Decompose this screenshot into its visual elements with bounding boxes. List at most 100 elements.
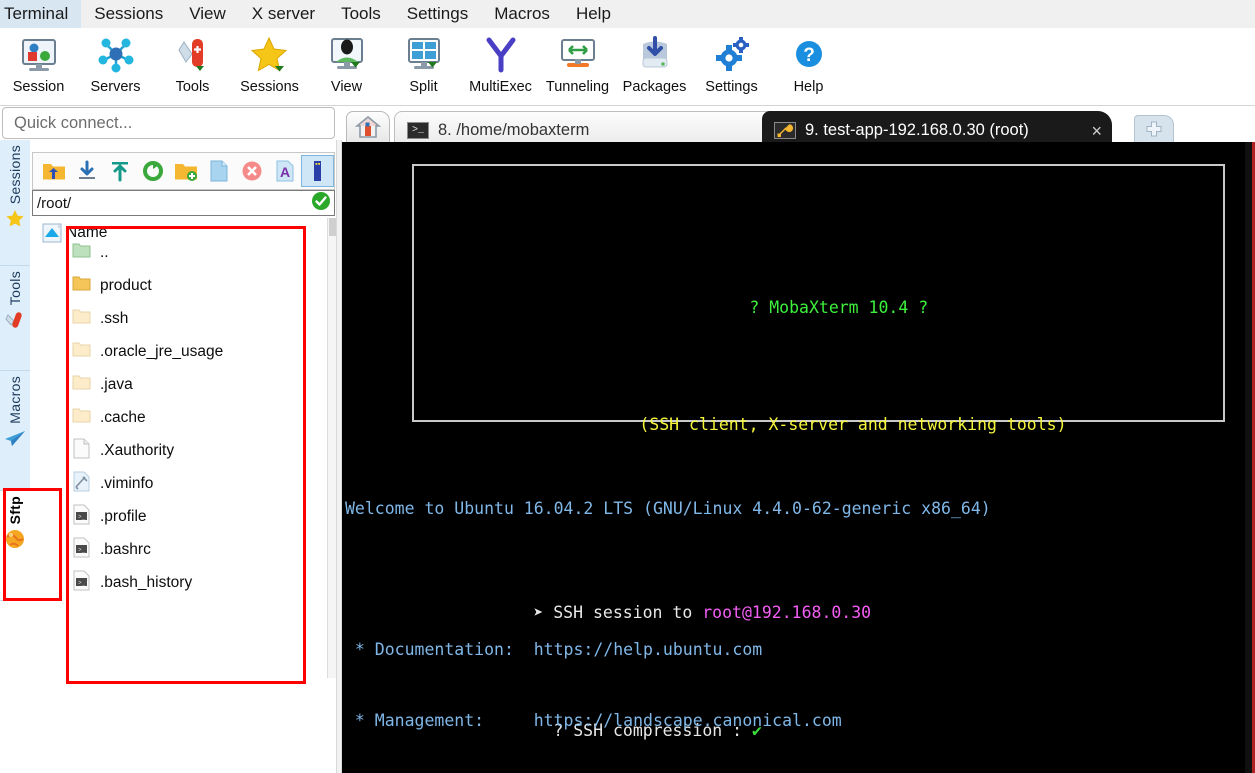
- sidebar-tab-label-sessions: Sessions: [7, 145, 23, 205]
- sidebar-tab-sftp[interactable]: Sftp: [0, 491, 30, 601]
- sidebar-tab-label-tools: Tools: [7, 271, 23, 306]
- toolbar-button-tunneling[interactable]: Tunneling: [539, 28, 616, 102]
- parent-folder-icon[interactable]: [37, 155, 70, 187]
- tool-file-icon: [72, 471, 91, 497]
- toolbar-label-help: Help: [793, 79, 824, 95]
- terminal-icon: >_: [407, 122, 429, 139]
- toolbar-button-servers[interactable]: Servers: [77, 28, 154, 102]
- new-tab-button[interactable]: [1134, 115, 1174, 145]
- list-item[interactable]: .cache: [66, 401, 306, 434]
- sftp-path-bar[interactable]: /root/: [32, 190, 335, 216]
- list-item[interactable]: ..: [66, 236, 306, 269]
- toolbar-button-view[interactable]: View: [308, 28, 385, 102]
- terminal-scrollbar[interactable]: [1245, 142, 1252, 773]
- new-folder-icon[interactable]: [169, 155, 202, 187]
- tab-close-icon[interactable]: ×: [1091, 122, 1102, 140]
- svg-text:A: A: [279, 164, 289, 180]
- globe-icon: [4, 528, 26, 555]
- list-item[interactable]: .oracle_jre_usage: [66, 335, 306, 368]
- list-item[interactable]: .java: [66, 368, 306, 401]
- script-file-icon: >_: [72, 504, 91, 530]
- toolbar-button-sessions[interactable]: Sessions: [231, 28, 308, 102]
- toolbar-button-settings[interactable]: Settings: [693, 28, 770, 102]
- menu-item-sessions[interactable]: Sessions: [81, 0, 176, 28]
- sessions-star-icon: [247, 32, 293, 78]
- menu-item-view[interactable]: View: [176, 0, 239, 28]
- toolbar-label-tools: Tools: [175, 79, 210, 95]
- parent-folder-icon: [72, 241, 91, 265]
- sftp-file-list[interactable]: .. product .ssh .oracle_jre_usage .java: [66, 236, 306, 676]
- menu-item-xserver[interactable]: X server: [239, 0, 328, 28]
- menu-item-settings[interactable]: Settings: [394, 0, 481, 28]
- toolbar-button-packages[interactable]: Packages: [616, 28, 693, 102]
- follow-terminal-folder-icon[interactable]: [301, 155, 334, 187]
- doc-url[interactable]: https://help.ubuntu.com: [534, 640, 762, 659]
- sftp-scrollbar-thumb[interactable]: [329, 218, 336, 236]
- sftp-toolbar: A: [32, 152, 335, 190]
- sidebar-tab-macros[interactable]: Macros: [0, 371, 30, 491]
- toolbar-button-session[interactable]: Session: [0, 28, 77, 102]
- file-name: .Xauthority: [100, 441, 175, 459]
- banner-subtitle: (SSH client, X-server and networking too…: [639, 415, 1067, 434]
- quick-connect-input[interactable]: Quick connect...: [2, 107, 335, 139]
- menu-item-macros[interactable]: Macros: [481, 0, 563, 28]
- toolbar-label-view: View: [330, 79, 363, 95]
- toolbar-button-multiexec[interactable]: MultiExec: [462, 28, 539, 102]
- sidebar-tab-sessions[interactable]: Sessions: [0, 140, 30, 266]
- split-icon: [401, 32, 447, 78]
- mobaxterm-window: Terminal Sessions View X server Tools Se…: [0, 0, 1255, 773]
- list-item[interactable]: >_ .profile: [66, 500, 306, 533]
- upload-icon[interactable]: [103, 155, 136, 187]
- sftp-path-value: /root/: [37, 194, 72, 212]
- svg-text:?: ?: [803, 45, 815, 66]
- welcome-line: Welcome to Ubuntu 16.04.2 LTS (GNU/Linux…: [345, 499, 991, 518]
- new-file-icon[interactable]: [202, 155, 235, 187]
- toolbar-label-settings: Settings: [705, 79, 758, 95]
- delete-icon[interactable]: [235, 155, 268, 187]
- menu-item-tools[interactable]: Tools: [328, 0, 394, 28]
- list-item[interactable]: product: [66, 269, 306, 302]
- folder-icon: [72, 307, 91, 331]
- swiss-knife-icon: [4, 309, 26, 336]
- toolbar-button-split[interactable]: Split: [385, 28, 462, 102]
- toolbar-button-tools[interactable]: Tools: [154, 28, 231, 102]
- sidebar-tab-label-sftp: Sftp: [7, 496, 23, 525]
- tunneling-icon: [555, 32, 601, 78]
- list-item[interactable]: >_ .bashrc: [66, 533, 306, 566]
- folder-icon: [72, 274, 91, 298]
- help-icon: ?: [786, 32, 832, 78]
- tree-collapse-icon[interactable]: [42, 222, 64, 249]
- file-name: .oracle_jre_usage: [100, 342, 224, 360]
- list-item[interactable]: .Xauthority: [66, 434, 306, 467]
- mgmt-url[interactable]: https://landscape.canonical.com: [534, 711, 842, 730]
- menu-item-help[interactable]: Help: [563, 0, 624, 28]
- refresh-icon[interactable]: [136, 155, 169, 187]
- file-name: .profile: [100, 507, 147, 525]
- list-item[interactable]: .ssh: [66, 302, 306, 335]
- mgmt-label: * Management:: [345, 710, 534, 730]
- menu-bar: Terminal Sessions View X server Tools Se…: [0, 0, 1255, 28]
- toolbar-label-tunneling: Tunneling: [545, 79, 610, 95]
- sftp-scrollbar[interactable]: [327, 218, 336, 678]
- wrench-icon: [774, 122, 796, 139]
- text-mode-icon[interactable]: A: [268, 155, 301, 187]
- svg-text:>_: >_: [78, 546, 86, 553]
- menu-item-terminal[interactable]: Terminal: [0, 0, 82, 28]
- download-icon[interactable]: [70, 155, 103, 187]
- tab-label: 9. test-app-192.168.0.30 (root): [805, 121, 1029, 139]
- terminal-output[interactable]: ? MobaXterm 10.4 ? (SSH client, X-server…: [342, 142, 1255, 773]
- list-item[interactable]: .viminfo: [66, 467, 306, 500]
- green-check-icon[interactable]: [311, 191, 331, 216]
- packages-icon: [632, 32, 678, 78]
- script-file-icon: >_: [72, 537, 91, 563]
- mobaxterm-banner: ? MobaXterm 10.4 ? (SSH client, X-server…: [412, 164, 1225, 740]
- toolbar-button-help[interactable]: ? Help: [770, 28, 847, 102]
- home-icon: [354, 115, 382, 144]
- paper-plane-icon: [3, 428, 27, 455]
- toolbar-label-packages: Packages: [622, 79, 687, 95]
- list-item[interactable]: >_ .bash_history: [66, 566, 306, 599]
- sidebar-tab-tools[interactable]: Tools: [0, 266, 30, 371]
- toolbar-label-split: Split: [409, 79, 438, 95]
- file-name: product: [100, 276, 152, 294]
- star-icon: [4, 208, 26, 235]
